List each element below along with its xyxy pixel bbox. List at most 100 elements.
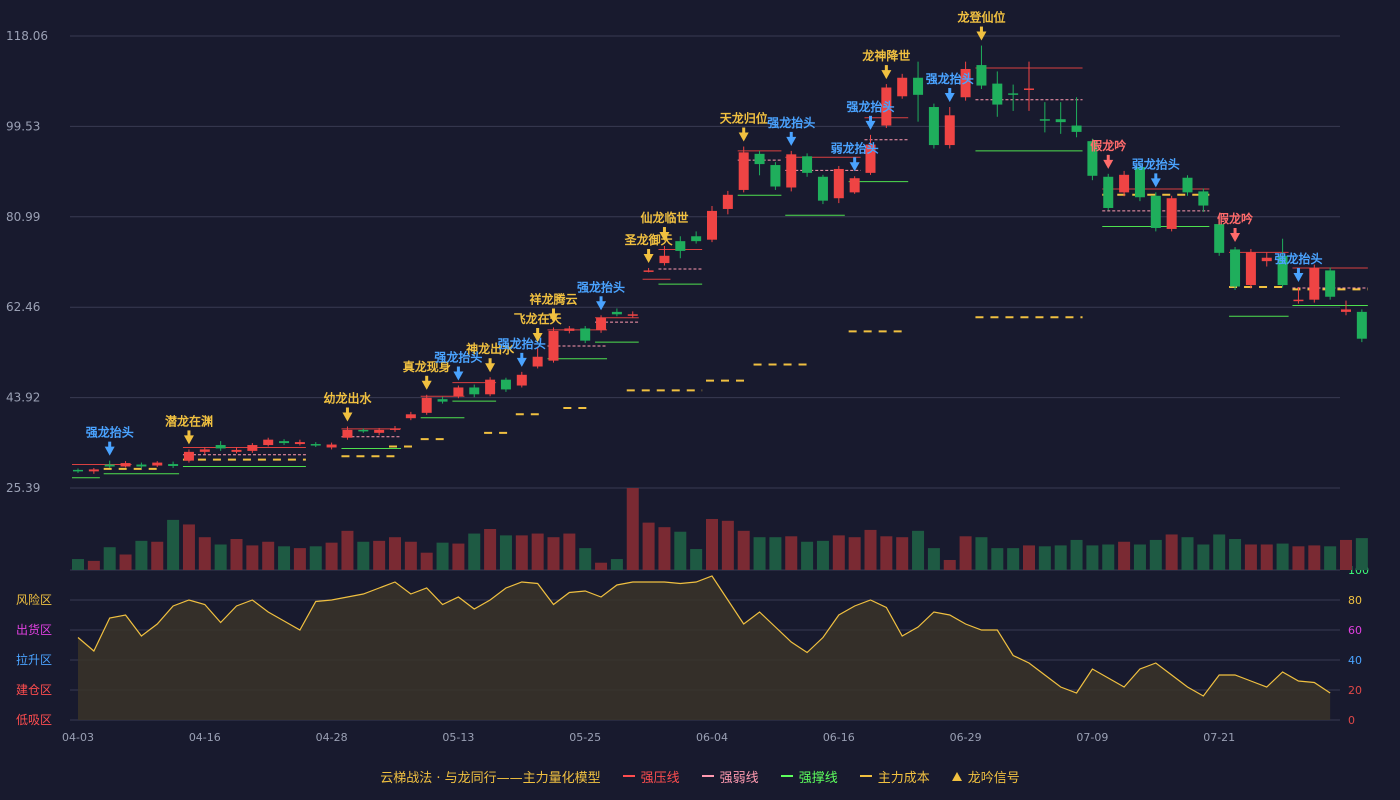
volume-bar — [690, 549, 703, 570]
legend-label: 强撑线 — [798, 770, 838, 786]
x-tick-label: 07-21 — [1203, 731, 1235, 744]
volume-bar — [309, 546, 322, 570]
signal-label: 祥龙腾云 — [529, 291, 577, 306]
candle-body — [1024, 88, 1034, 90]
volume-bar — [1133, 544, 1146, 570]
candle-body — [1341, 309, 1351, 312]
signal-label: 天龙归位 — [720, 111, 768, 126]
legend-item-main-cost[interactable]: 主力成本 — [859, 767, 930, 786]
candle-body — [136, 464, 147, 467]
volume-bar — [785, 536, 798, 570]
volume-bar — [1038, 546, 1051, 570]
legend-swatch — [859, 775, 872, 777]
oscillator-tick-label: 40 — [1348, 654, 1362, 667]
legend-item-dragon-signal[interactable]: 龙吟信号 — [951, 767, 1020, 786]
legend-item-support-line[interactable]: 强撑线 — [780, 767, 838, 786]
volume-bar — [1355, 538, 1368, 570]
legend-label: 龙吟信号 — [967, 770, 1020, 786]
price-tick-label: 99.53 — [6, 119, 40, 133]
triangle-icon — [951, 771, 962, 781]
volume-bar — [706, 518, 718, 570]
candle-body — [1309, 267, 1320, 300]
signal-label: 强龙抬头 — [846, 99, 894, 114]
legend-swatch — [622, 775, 635, 777]
candle-body — [1039, 119, 1050, 121]
legend-swatch — [701, 775, 714, 777]
candle-body — [1134, 167, 1145, 198]
volume-bar — [1276, 543, 1289, 570]
volume-bar — [278, 546, 291, 570]
signal-arrow-icon — [453, 371, 464, 381]
candle-body — [1214, 224, 1225, 253]
volume-bar — [1054, 545, 1067, 570]
volume-bar — [452, 543, 465, 570]
signal-arrow-icon — [1150, 178, 1161, 188]
candle-body — [152, 462, 163, 466]
legend-item-strength-line[interactable]: 强弱线 — [701, 767, 759, 786]
volume-bar — [484, 529, 497, 570]
volume-bar — [848, 537, 861, 570]
candle-body — [1166, 198, 1177, 229]
volume-bar — [816, 540, 829, 570]
volume-bar — [721, 520, 734, 570]
candle-body — [1293, 299, 1304, 302]
candle-body — [1325, 270, 1336, 297]
oscillator-area — [78, 576, 1331, 720]
candle-body — [120, 463, 131, 467]
volume-bar — [610, 559, 623, 570]
signal-arrow-icon — [596, 301, 607, 311]
volume-bar — [658, 527, 671, 570]
volume-bar — [325, 542, 338, 570]
signal-arrow-stem — [599, 296, 603, 303]
candle-body — [310, 444, 321, 446]
signal-arrow-stem — [520, 352, 524, 359]
volume-bar — [832, 535, 845, 570]
signal-arrow-stem — [456, 366, 460, 373]
candle-body — [1055, 119, 1066, 123]
x-tick-label: 04-03 — [62, 731, 94, 744]
signal-label: 龙神降世 — [862, 48, 910, 63]
oscillator-zone-label: 建仓区 — [16, 683, 52, 697]
x-tick-label: 04-16 — [189, 731, 221, 744]
candle-body — [390, 428, 400, 430]
candle-body — [104, 464, 115, 467]
signal-arrow-stem — [1296, 267, 1300, 274]
candle-body — [849, 178, 860, 193]
candle-body — [992, 83, 1003, 105]
oscillator-tick-label: 20 — [1348, 684, 1362, 697]
candle-body — [1071, 125, 1082, 132]
candle-body — [469, 387, 480, 395]
volume-bar — [1292, 546, 1305, 570]
signal-arrow-icon — [944, 93, 955, 103]
price-tick-label: 43.92 — [6, 391, 40, 405]
candle-body — [1245, 252, 1256, 286]
volume-bar — [1165, 534, 1178, 570]
signal-label: 强龙抬头 — [767, 115, 815, 130]
signal-arrow-stem — [536, 327, 540, 334]
candle-body — [802, 156, 813, 173]
signal-arrow-stem — [742, 127, 746, 134]
volume-bar — [626, 488, 639, 570]
volume-bar — [182, 524, 195, 570]
volume-bar — [293, 548, 306, 570]
signal-label: 幼龙出水 — [323, 390, 372, 405]
signal-arrow-icon — [485, 363, 496, 373]
signal-arrow-icon — [516, 357, 527, 367]
volume-bar — [864, 529, 877, 570]
volume-bar — [880, 536, 893, 570]
candle-body — [1261, 257, 1272, 262]
signal-arrow-stem — [488, 358, 492, 365]
candle-body — [263, 439, 274, 446]
candle-body — [374, 429, 385, 433]
volume-bar — [1244, 544, 1257, 570]
signal-arrow-stem — [979, 26, 983, 33]
volume-bar — [246, 545, 259, 570]
volume-bar — [230, 539, 243, 570]
price-tick-label: 118.06 — [6, 29, 48, 43]
candle-body — [675, 241, 686, 251]
legend-label: 强弱线 — [719, 770, 759, 786]
volume-bar — [975, 537, 988, 570]
signal-arrow-stem — [1233, 228, 1237, 235]
candle-body — [913, 77, 924, 95]
legend-item-strong-resist[interactable]: 强压线 — [622, 767, 680, 786]
